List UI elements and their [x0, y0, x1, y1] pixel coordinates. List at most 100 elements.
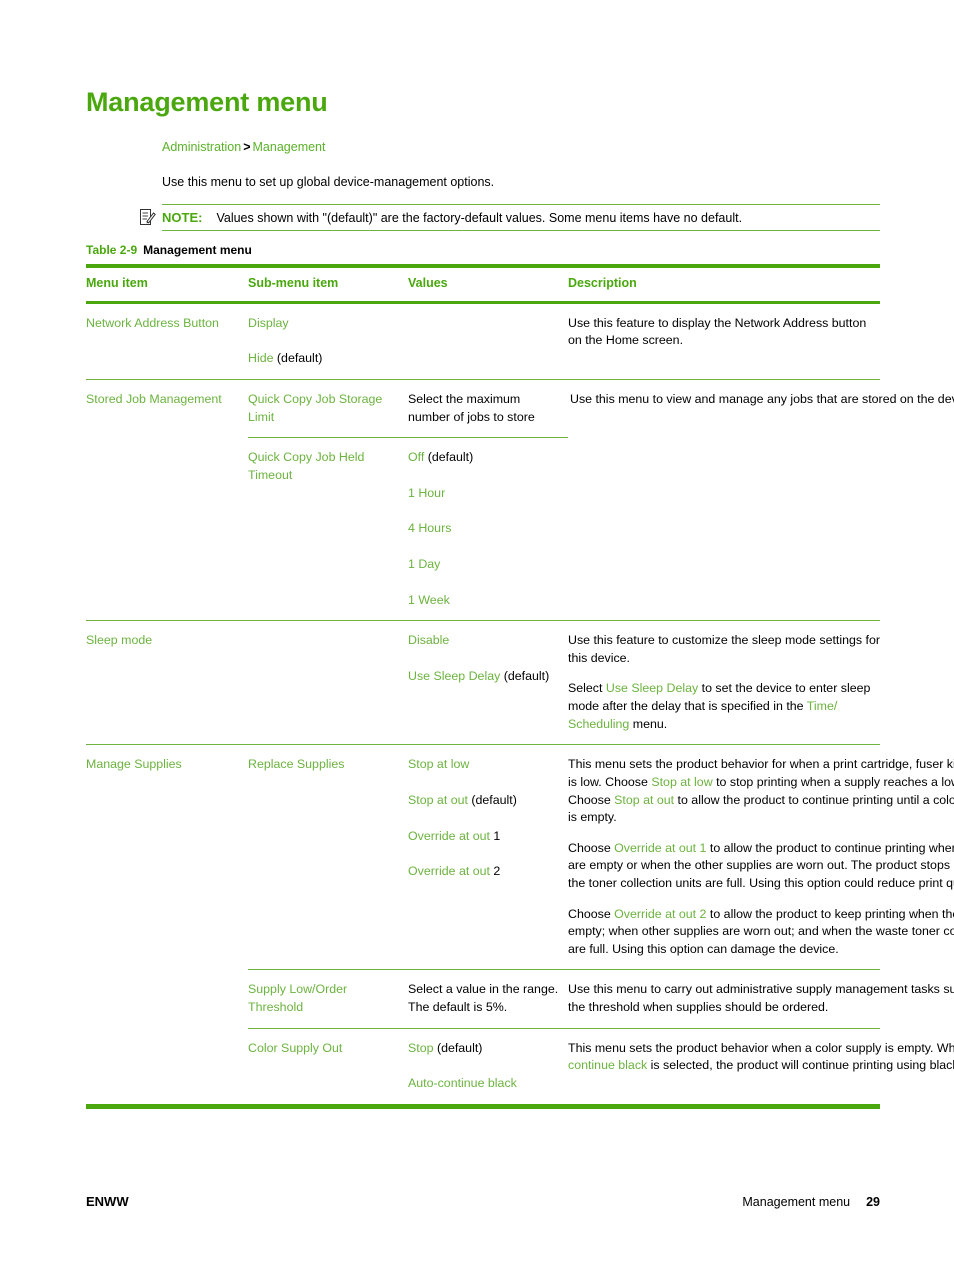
- value-1-hour: 1 Hour: [408, 485, 562, 503]
- cell-menu-item: Network Address Button: [86, 315, 219, 330]
- cell-values: [408, 304, 568, 379]
- value-disable: Disable: [408, 632, 562, 650]
- cell-values: Stop at low Stop at out (default) Overri…: [408, 745, 568, 969]
- cell-menu-item: Stored Job Management: [86, 391, 222, 406]
- value-label: Off: [408, 450, 425, 465]
- cell-description: This menu sets the product behavior for …: [568, 745, 954, 969]
- inline-term-stop-at-low: Stop at low: [651, 774, 713, 789]
- value-label: 1 Day: [408, 557, 441, 572]
- cell-description: Use this feature to display the Network …: [568, 304, 880, 379]
- cell-group-sub-values-description: Quick Copy Job Storage Limit Select the …: [248, 380, 954, 620]
- value-override-at-out-1: Override at out 1: [408, 828, 562, 846]
- value-off: Off (default): [408, 449, 562, 467]
- column-header-sub-menu-item: Sub-menu item: [248, 276, 339, 290]
- column-header-values: Values: [408, 276, 448, 290]
- value-label: Use Sleep Delay: [408, 668, 501, 683]
- description-paragraph: Choose Override at out 2 to allow the pr…: [568, 906, 954, 956]
- table-row: Stored Job Management Quick Copy Job Sto…: [86, 380, 954, 620]
- description-paragraph: This menu sets the product behavior for …: [568, 757, 954, 825]
- value-label: Override at out: [408, 828, 490, 843]
- sub-row: Supply Low/Order Threshold Select a valu…: [248, 970, 954, 1027]
- cell-sub-menu-item: Quick Copy Job Held Timeout: [248, 450, 365, 482]
- sub-item-label: Display: [248, 315, 289, 330]
- cell-sub-menu-item: Replace Supplies: [248, 757, 345, 772]
- description-paragraph: Select Use Sleep Delay to set the device…: [568, 681, 871, 731]
- inline-term-time-scheduling: Time/ Scheduling: [568, 699, 838, 731]
- cell-description: Use this menu to carry out administrativ…: [568, 970, 954, 1027]
- management-menu-table: Menu item Sub-menu item Values Descripti…: [86, 264, 954, 1109]
- document-page: Management menu Administration > Managemen…: [0, 0, 954, 1270]
- sub-row: Quick Copy Job Storage Limit Select the …: [248, 380, 570, 437]
- note-label: NOTE:: [162, 210, 203, 225]
- value-label: 4 Hours: [408, 521, 452, 536]
- note-body: NOTE: Values shown with "(default)" are …: [162, 205, 880, 230]
- footer-page-number: 29: [866, 1195, 880, 1209]
- sub-row: Replace Supplies Stop at low Stop at out…: [248, 745, 954, 969]
- value-label: Stop: [408, 1040, 434, 1055]
- description-paragraph: Use this feature to customize the sleep …: [568, 633, 880, 665]
- value-stop-at-low: Stop at low: [408, 756, 562, 774]
- sub-item-hide: Hide (default): [248, 350, 402, 368]
- table-row: Manage Supplies Replace Supplies Stop at…: [86, 745, 954, 1104]
- value-4-hours: 4 Hours: [408, 520, 562, 538]
- sub-row: Color Supply Out Stop (default) Auto-con…: [248, 1029, 954, 1104]
- inline-term-override-at-out-1: Override at out 1: [614, 840, 707, 855]
- value-suffix: (default): [467, 792, 517, 807]
- table-row: Network Address Button Display Hide (def…: [86, 304, 880, 379]
- cell-sub-menu-item: [248, 621, 408, 744]
- cell-sub-menu-item: Display Hide (default): [248, 304, 408, 379]
- sub-values-description-split: Quick Copy Job Storage Limit Select the …: [248, 380, 954, 620]
- inline-term-auto-continue-black: Auto-continue black: [568, 1058, 648, 1073]
- table-bottom-rule: [86, 1103, 880, 1109]
- sub-values-stack: Quick Copy Job Storage Limit Select the …: [248, 380, 570, 620]
- breadcrumb: Administration > Management: [162, 140, 325, 154]
- note-text: Values shown with "(default)" are the fa…: [216, 211, 743, 225]
- value-label: Stop at low: [408, 757, 470, 772]
- cell-values: Off (default) 1 Hour 4 Hours 1 Day 1 Wee…: [408, 438, 568, 620]
- cell-description: This menu sets the product behavior when…: [568, 1029, 954, 1104]
- cell-menu-item: Manage Supplies: [86, 757, 182, 772]
- value-stop-at-out: Stop at out (default): [408, 792, 562, 810]
- intro-text: Use this menu to set up global device-ma…: [162, 175, 495, 189]
- cell-description: Use this feature to customize the sleep …: [568, 621, 880, 744]
- table-header-row: Menu item Sub-menu item Values Descripti…: [86, 268, 880, 301]
- table-row: Sleep mode Disable Use Sleep Delay (defa…: [86, 621, 880, 744]
- value-suffix: (default): [424, 450, 474, 465]
- cell-values: Select the maximum number of jobs to sto…: [408, 391, 535, 424]
- inline-term-stop-at-out: Stop at out: [614, 792, 675, 807]
- breadcrumb-item-administration[interactable]: Administration: [162, 140, 241, 154]
- cell-values: Stop (default) Auto-continue black: [408, 1029, 568, 1104]
- value-label: Override at out: [408, 864, 490, 879]
- sub-item-label: Hide: [248, 351, 274, 366]
- note-block: NOTE: Values shown with "(default)" are …: [162, 204, 880, 231]
- value-use-sleep-delay: Use Sleep Delay (default): [408, 668, 562, 686]
- footer-chapter: Management menu: [742, 1195, 851, 1209]
- value-suffix: (default): [500, 668, 550, 683]
- description-paragraph: This menu sets the product behavior when…: [568, 1040, 954, 1075]
- value-label: Stop at out: [408, 792, 468, 807]
- value-1-day: 1 Day: [408, 556, 562, 574]
- description-paragraph: Choose Override at out 1 to allow the pr…: [568, 840, 954, 890]
- column-header-description: Description: [568, 276, 637, 290]
- column-header-menu-item: Menu item: [86, 276, 148, 290]
- cell-menu-item: Sleep mode: [86, 633, 153, 648]
- breadcrumb-item-management[interactable]: Management: [253, 140, 326, 154]
- cell-sub-menu-item: Color Supply Out: [248, 1040, 343, 1055]
- value-label: Disable: [408, 633, 450, 648]
- footer-right: Management menu 29: [742, 1195, 880, 1209]
- value-suffix: 1: [489, 828, 501, 843]
- table-caption-title: Management menu: [143, 243, 252, 257]
- footer-left: ENWW: [86, 1194, 129, 1209]
- note-bottom-rule: [162, 230, 880, 231]
- table-caption: Table 2-9 Management menu: [86, 243, 252, 257]
- cell-sub-menu-item: Supply Low/Order Threshold: [248, 982, 348, 1014]
- table-caption-number: Table 2-9: [86, 243, 138, 257]
- sub-row: Quick Copy Job Held Timeout Off (default…: [248, 438, 570, 620]
- cell-group-sub-blocks: Replace Supplies Stop at low Stop at out…: [248, 745, 954, 1104]
- note-pencil-icon: [140, 208, 156, 226]
- value-label: 1 Hour: [408, 485, 446, 500]
- value-auto-continue-black: Auto-continue black: [408, 1075, 562, 1093]
- inline-term-use-sleep-delay: Use Sleep Delay: [605, 681, 699, 696]
- inline-term-override-at-out-2: Override at out 2: [614, 906, 707, 921]
- value-label: Auto-continue black: [408, 1076, 517, 1091]
